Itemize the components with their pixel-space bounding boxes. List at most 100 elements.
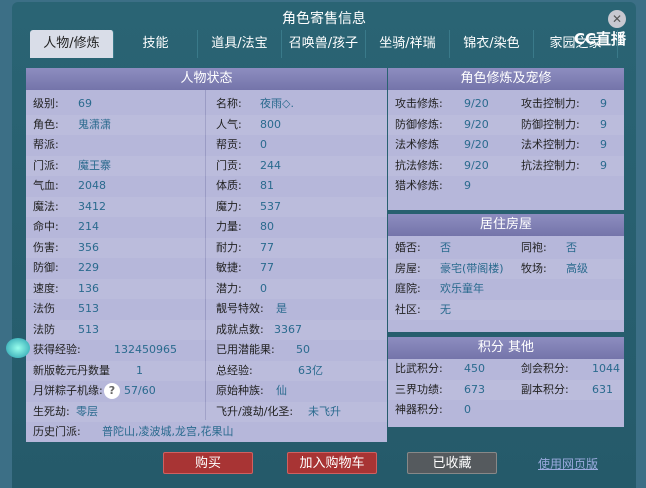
field-value: 9: [600, 97, 607, 110]
field-label: 门贡:: [216, 158, 242, 172]
cultivation-panel: 角色修炼及宠修 攻击修炼: 9/20 攻击控制力: 9 防御修炼: 9/20 防御控制力: 9…: [388, 68, 624, 210]
tab-home[interactable]: 家园之家: [534, 30, 618, 58]
field-label: 房屋:: [395, 261, 421, 275]
field-label: 获得经验:: [33, 343, 81, 356]
field-value: 513: [78, 322, 99, 336]
buy-button[interactable]: 购买: [163, 452, 253, 474]
favorited-button[interactable]: 已收藏: [407, 452, 497, 474]
add-to-cart-button[interactable]: 加入购物车: [287, 452, 377, 474]
field-label: 法防: [33, 322, 55, 336]
field-value: 鬼潇潇: [78, 117, 111, 131]
field-label: 潜力:: [216, 281, 242, 295]
field-value: 244: [260, 158, 281, 172]
tab-bar: 人物/修炼 技能 道具/法宝 召唤兽/孩子 坐骑/祥瑞 锦衣/染色 家园之家: [30, 30, 618, 58]
field-value: 80: [260, 220, 274, 233]
field-label: 庭院:: [395, 282, 421, 295]
field-label: 牧场:: [521, 261, 547, 275]
field-value: 537: [260, 199, 281, 213]
field-label: 门派:: [33, 158, 59, 172]
field-value: 9: [600, 117, 607, 131]
field-label: 原始种族:: [216, 384, 264, 397]
field-value: 2048: [78, 179, 106, 192]
house-panel: 居住房屋 婚否: 否 同袍: 否房屋: 豪宅(带阁楼) 牧场: 高级 庭院: 欢乐童年 社区: 无: [388, 214, 624, 332]
close-icon[interactable]: ✕: [608, 10, 626, 28]
field-value-text: 57/60: [124, 384, 156, 397]
tab-items[interactable]: 道具/法宝: [198, 30, 282, 58]
field-value: 3367: [274, 322, 302, 336]
field-label: 副本积分:: [521, 382, 569, 396]
field-label: 抗法修炼:: [395, 158, 443, 172]
field-value: 0: [260, 138, 267, 151]
field-label: 气血:: [33, 179, 59, 192]
field-label: 已用潜能果:: [216, 343, 275, 356]
points-header: 积分 其他: [388, 337, 624, 359]
field-value: 是: [276, 302, 287, 315]
field-value: 0: [260, 281, 267, 295]
field-value: 800: [260, 117, 281, 131]
field-value: 214: [78, 220, 99, 233]
field-value: 9: [600, 158, 607, 172]
field-label: 魔法:: [33, 199, 59, 213]
field-value: 3412: [78, 199, 106, 213]
field-label: 力量:: [216, 220, 242, 233]
field-label: 婚否:: [395, 241, 421, 254]
field-label: 帮派:: [33, 138, 59, 151]
field-value: ? 57/60: [104, 381, 156, 401]
field-label: 新版乾元丹数量: [33, 363, 110, 377]
field-label: 月饼粽子机缘:: [33, 384, 103, 397]
field-value: 豪宅(带阁楼): [440, 261, 504, 275]
field-label: 法术修炼: [395, 138, 439, 151]
field-value: 否: [440, 241, 451, 254]
field-value: 欢乐童年: [440, 282, 484, 295]
field-value: 356: [78, 240, 99, 254]
field-label: 魔力:: [216, 199, 242, 213]
field-value: 77: [260, 240, 274, 254]
field-label: 角色:: [33, 117, 59, 131]
field-label: 防御:: [33, 261, 59, 274]
field-value: 136: [78, 281, 99, 295]
field-label: 速度:: [33, 281, 59, 295]
field-label: 总经验:: [216, 363, 253, 377]
field-value: 零层: [76, 404, 98, 418]
tab-mounts[interactable]: 坐骑/祥瑞: [366, 30, 450, 58]
field-label: 伤害:: [33, 240, 59, 254]
field-value: 9: [600, 138, 607, 151]
field-label: 体质:: [216, 179, 242, 192]
field-label: 社区:: [395, 302, 421, 316]
field-value: 81: [260, 179, 274, 192]
field-value: 9/20: [464, 158, 489, 172]
field-label: 比武积分:: [395, 362, 443, 375]
field-value: 673: [464, 382, 485, 396]
field-value: 夜雨◇.: [260, 97, 294, 110]
field-label: 飞升/渡劫/化圣:: [216, 404, 294, 418]
field-label: 攻击控制力:: [521, 97, 580, 110]
field-label: 攻击修炼:: [395, 97, 443, 110]
house-header: 居住房屋: [388, 214, 624, 236]
help-icon[interactable]: ?: [104, 383, 120, 399]
field-value: 魔王寨: [78, 158, 111, 172]
field-value: 未飞升: [308, 404, 341, 418]
tab-skills[interactable]: 技能: [114, 30, 198, 58]
field-value: 9: [464, 179, 471, 192]
tab-pets[interactable]: 召唤兽/孩子: [282, 30, 366, 58]
field-label: 神器积分:: [395, 403, 443, 416]
tab-character[interactable]: 人物/修炼: [30, 30, 114, 58]
field-label: 成就点数:: [216, 322, 264, 336]
status-panel: 人物状态 级别: 69 名称: 夜雨◇. 角色: 鬼潇潇 人气: 800 帮派: 帮贡: 0 门派: 魔…: [26, 68, 387, 442]
points-panel: 积分 其他 比武积分: 450 剑会积分: 1044 三界功绩: 673 副本积分: 631 神…: [388, 337, 624, 427]
field-value: 9/20: [464, 97, 489, 110]
field-value: 631: [592, 382, 613, 396]
field-label: 帮贡:: [216, 138, 242, 151]
field-label: 敏捷:: [216, 261, 242, 274]
window-title: 角色寄售信息: [282, 11, 366, 27]
field-label: 防御控制力:: [521, 117, 580, 131]
field-label: 生死劫:: [33, 404, 70, 418]
web-version-link[interactable]: 使用网页版: [538, 455, 598, 472]
field-value: 9/20: [464, 138, 489, 151]
floating-orb-icon[interactable]: [6, 338, 30, 358]
field-label: 法术控制力:: [521, 138, 580, 151]
field-value: 132450965: [114, 343, 177, 356]
tab-outfits[interactable]: 锦衣/染色: [450, 30, 534, 58]
field-value: 513: [78, 302, 99, 315]
field-value: 普陀山,凌波城,龙宫,花果山: [102, 425, 234, 438]
